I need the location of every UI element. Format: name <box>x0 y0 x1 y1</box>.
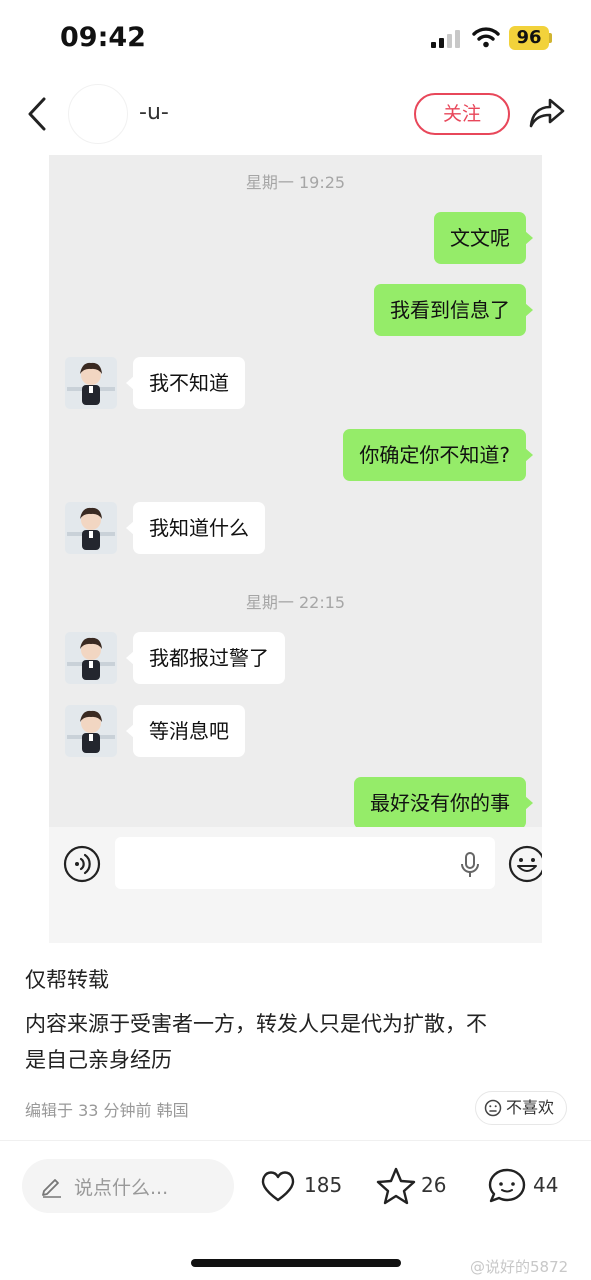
like-button[interactable]: 185 <box>258 1166 348 1206</box>
home-indicator[interactable] <box>191 1259 401 1267</box>
dislike-face-icon <box>484 1099 502 1117</box>
battery-tip <box>549 33 552 43</box>
chat-bubble-sent: 最好没有你的事 <box>354 777 533 827</box>
contact-avatar <box>65 502 117 554</box>
chat-bubble-received: 我都报过警了 <box>126 632 285 684</box>
like-count: 185 <box>304 1173 343 1197</box>
microphone-icon <box>461 852 479 877</box>
post-text-line: 是自己亲身经历 <box>25 1048 172 1072</box>
chat-bubble-sent: 我看到信息了 <box>374 284 533 336</box>
comment-placeholder: 说点什么... <box>74 1177 169 1199</box>
screen: 09:42 96 -u- 关注 星期一 19:25 文文呢 我看到信息了 我不知… <box>0 0 591 1280</box>
favorite-button[interactable]: 26 <box>375 1166 455 1206</box>
emoji-icon <box>508 845 542 883</box>
post-text-line: 内容来源于受害者一方，转发人只是代为扩散，不 <box>25 1012 487 1036</box>
wifi-icon <box>472 27 500 48</box>
chat-timestamp: 星期一 22:15 <box>245 593 346 612</box>
voice-icon <box>63 845 101 883</box>
share-icon[interactable] <box>528 96 566 130</box>
contact-avatar <box>65 357 117 409</box>
chat-text-input <box>115 837 495 889</box>
chat-bubble-sent: 文文呢 <box>434 212 533 264</box>
post-text-line: 仅帮转载 <box>25 968 109 992</box>
comment-count: 44 <box>533 1173 559 1197</box>
chat-timestamp: 星期一 19:25 <box>245 173 346 192</box>
chat-screenshot: 星期一 19:25 文文呢 我看到信息了 我不知道 你确定你不知道? 我知道什么… <box>49 155 542 943</box>
pencil-icon <box>42 1179 61 1198</box>
comment-button[interactable]: 44 <box>487 1166 567 1206</box>
chat-input-bar <box>49 827 542 943</box>
dislike-label: 不喜欢 <box>506 1098 555 1117</box>
chat-bubble-received: 等消息吧 <box>126 705 245 757</box>
comment-icon <box>488 1168 526 1203</box>
favorite-count: 26 <box>421 1173 447 1197</box>
contact-avatar <box>65 632 117 684</box>
chat-message-list: 星期一 19:25 文文呢 我看到信息了 我不知道 你确定你不知道? 我知道什么… <box>49 155 542 827</box>
dislike-button[interactable]: 不喜欢 <box>475 1091 567 1125</box>
post-meta: 编辑于 33 分钟前 韩国 <box>25 1101 189 1120</box>
contact-avatar <box>65 705 117 757</box>
author-avatar[interactable] <box>68 84 128 144</box>
comment-input[interactable]: 说点什么... <box>22 1159 234 1213</box>
chat-bubble-received: 我知道什么 <box>126 502 265 554</box>
watermark: @说好的5872 <box>470 1258 569 1276</box>
follow-button[interactable]: 关注 <box>414 93 510 135</box>
battery-level: 96 <box>509 26 549 50</box>
star-icon <box>376 1167 416 1205</box>
author-username[interactable]: -u- <box>139 100 169 125</box>
divider <box>0 1140 591 1141</box>
heart-icon <box>261 1171 295 1202</box>
chat-bubble-sent: 你确定你不知道? <box>343 429 533 481</box>
cellular-signal-icon <box>431 30 463 48</box>
back-icon[interactable] <box>24 96 52 132</box>
status-time: 09:42 <box>60 22 146 53</box>
chat-bubble-received: 我不知道 <box>126 357 245 409</box>
